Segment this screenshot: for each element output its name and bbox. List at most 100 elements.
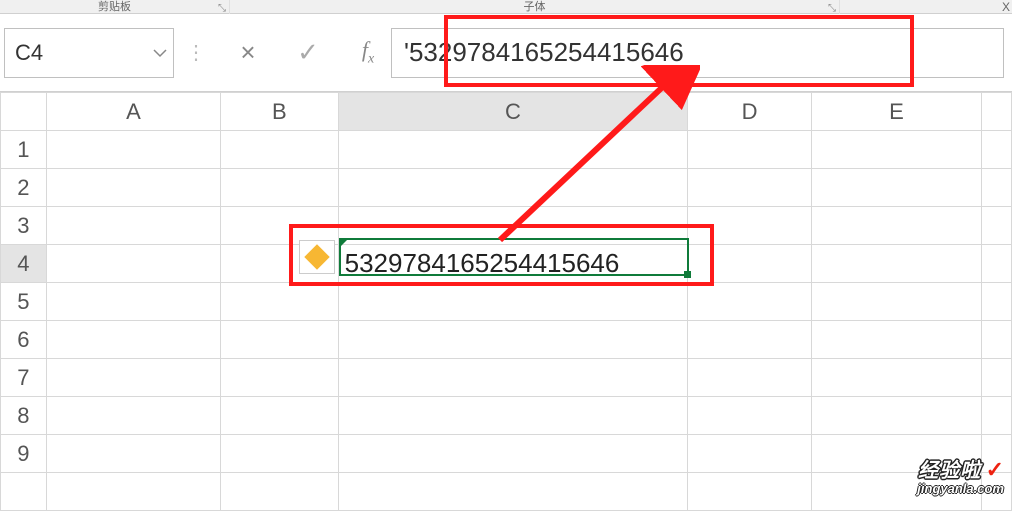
- col-header-A[interactable]: A: [46, 93, 220, 131]
- watermark-text: 经验啦: [918, 460, 981, 482]
- cell[interactable]: [338, 397, 688, 435]
- cell[interactable]: [338, 207, 688, 245]
- col-header-C[interactable]: C: [338, 93, 688, 131]
- cell[interactable]: [221, 283, 339, 321]
- cell[interactable]: [221, 131, 339, 169]
- row-header-8[interactable]: 8: [1, 397, 47, 435]
- cell[interactable]: [688, 473, 812, 511]
- cell[interactable]: [221, 435, 339, 473]
- row-header-7[interactable]: 7: [1, 359, 47, 397]
- cancel-x-icon: ×: [240, 37, 255, 68]
- cell[interactable]: [811, 169, 981, 207]
- cell[interactable]: [688, 207, 812, 245]
- cell[interactable]: [46, 321, 220, 359]
- cell[interactable]: [688, 397, 812, 435]
- error-indicator-button[interactable]: [299, 240, 335, 274]
- ribbon-clipboard-expand-icon[interactable]: ⤡: [218, 3, 226, 14]
- watermark: 经验啦 ✓ jingyanla.com: [917, 458, 1004, 496]
- cell[interactable]: [811, 397, 981, 435]
- ribbon-clipboard-label: 剪贴板: [98, 0, 131, 14]
- ribbon-bottom-strip: 剪贴板 ⤡ 子体 ⤡ X: [0, 0, 1012, 14]
- cell[interactable]: [46, 245, 220, 283]
- cell[interactable]: [982, 169, 1012, 207]
- cell[interactable]: [982, 359, 1012, 397]
- cell[interactable]: [811, 359, 981, 397]
- accept-check-icon: ✓: [297, 37, 319, 68]
- formula-bar-value: '5329784165254415646: [404, 37, 684, 68]
- cell[interactable]: [811, 283, 981, 321]
- ribbon-font-label: 子体: [524, 0, 546, 14]
- cell[interactable]: [982, 207, 1012, 245]
- cell[interactable]: [221, 169, 339, 207]
- cell[interactable]: [982, 131, 1012, 169]
- cell[interactable]: [688, 283, 812, 321]
- ribbon-group-font: 子体 ⤡: [230, 0, 840, 14]
- cell[interactable]: [221, 321, 339, 359]
- cell[interactable]: [982, 245, 1012, 283]
- cell[interactable]: [688, 169, 812, 207]
- cell[interactable]: [46, 169, 220, 207]
- row-header-10[interactable]: [1, 473, 47, 511]
- formula-accept-button[interactable]: ✓: [293, 38, 323, 68]
- row-header-2[interactable]: 2: [1, 169, 47, 207]
- cell[interactable]: [46, 207, 220, 245]
- cell[interactable]: [982, 283, 1012, 321]
- insert-function-button[interactable]: fx: [353, 38, 383, 68]
- cell[interactable]: [46, 397, 220, 435]
- cell[interactable]: [46, 359, 220, 397]
- cell[interactable]: [982, 397, 1012, 435]
- name-box-value: C4: [15, 40, 43, 66]
- row-header-6[interactable]: 6: [1, 321, 47, 359]
- col-header-D[interactable]: D: [688, 93, 812, 131]
- cell[interactable]: [338, 473, 688, 511]
- select-all-corner[interactable]: [1, 93, 47, 131]
- cell[interactable]: [982, 321, 1012, 359]
- formula-bar-separator-icon: ⋮: [182, 40, 209, 65]
- row-header-4[interactable]: 4: [1, 245, 47, 283]
- watermark-check-icon: ✓: [986, 457, 1004, 482]
- cell[interactable]: [338, 359, 688, 397]
- formula-cancel-button[interactable]: ×: [233, 38, 263, 68]
- cell[interactable]: [221, 397, 339, 435]
- formula-bar-row: C4 ⋮ × ✓ fx '5329784165254415646: [0, 14, 1012, 92]
- cell[interactable]: [46, 283, 220, 321]
- name-box-dropdown-icon[interactable]: [153, 48, 167, 58]
- cell[interactable]: [688, 359, 812, 397]
- col-header-overflow[interactable]: [982, 93, 1012, 131]
- row-header-5[interactable]: 5: [1, 283, 47, 321]
- cell[interactable]: [688, 245, 812, 283]
- col-header-B[interactable]: B: [221, 93, 339, 131]
- col-header-E[interactable]: E: [811, 93, 981, 131]
- cell[interactable]: [338, 283, 688, 321]
- cell[interactable]: [811, 207, 981, 245]
- watermark-url: jingyanla.com: [917, 482, 1004, 496]
- ribbon-font-expand-icon[interactable]: ⤡: [828, 3, 836, 14]
- ribbon-x-icon: X: [1002, 0, 1010, 14]
- cell[interactable]: [811, 321, 981, 359]
- cell-C4[interactable]: 5329784165254415646: [338, 245, 688, 283]
- cell[interactable]: [221, 473, 339, 511]
- cell[interactable]: [688, 131, 812, 169]
- row-header-3[interactable]: 3: [1, 207, 47, 245]
- cell[interactable]: [338, 131, 688, 169]
- formula-bar-buttons: × ✓ fx: [217, 38, 383, 68]
- spreadsheet-grid-wrap: A B C D E 1 2 3 4 5329784165254415646 5 …: [0, 92, 1012, 511]
- spreadsheet-grid[interactable]: A B C D E 1 2 3 4 5329784165254415646 5 …: [0, 92, 1012, 511]
- row-header-9[interactable]: 9: [1, 435, 47, 473]
- cell[interactable]: [338, 435, 688, 473]
- cell[interactable]: [46, 435, 220, 473]
- row-header-1[interactable]: 1: [1, 131, 47, 169]
- cell[interactable]: [221, 207, 339, 245]
- cell[interactable]: [221, 359, 339, 397]
- formula-bar-input[interactable]: '5329784165254415646: [391, 28, 1004, 78]
- cell[interactable]: [811, 131, 981, 169]
- name-box[interactable]: C4: [4, 28, 174, 78]
- cell[interactable]: [46, 473, 220, 511]
- cell[interactable]: [811, 245, 981, 283]
- ribbon-group-clipboard: 剪贴板 ⤡: [0, 0, 230, 14]
- cell[interactable]: [46, 131, 220, 169]
- cell[interactable]: [688, 435, 812, 473]
- cell[interactable]: [688, 321, 812, 359]
- cell[interactable]: [338, 321, 688, 359]
- cell[interactable]: [338, 169, 688, 207]
